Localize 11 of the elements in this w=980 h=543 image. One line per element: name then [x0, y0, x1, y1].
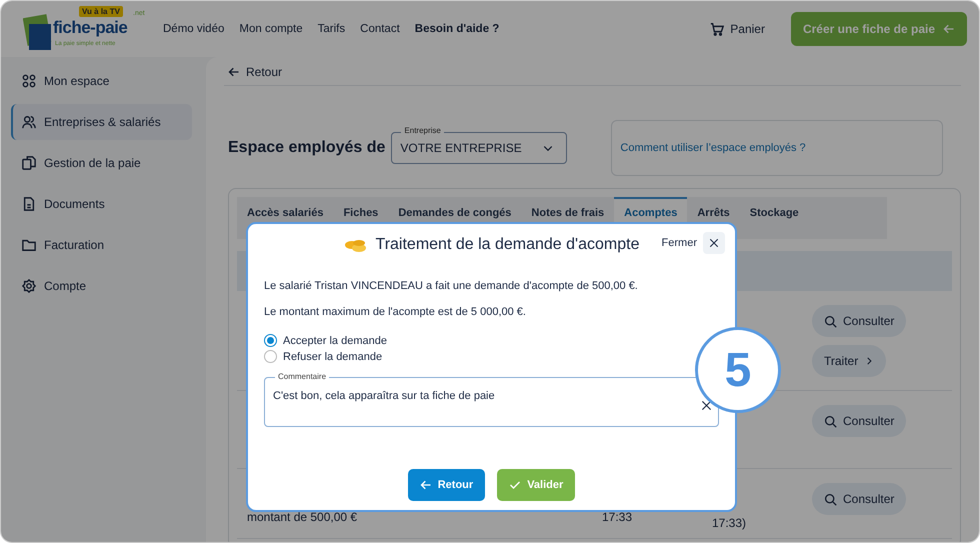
logo-name: fiche-paie [53, 18, 128, 38]
field-label: Commentaire [275, 372, 330, 381]
select-label: Entreprise [401, 126, 444, 136]
table-cell: 17:33 [602, 510, 632, 524]
table-cell: 17:33) [712, 516, 746, 530]
table-cell: montant de 500,00 € [247, 510, 358, 524]
dialog-text: Le salarié Tristan VINCENDEAU a fait une demande d'acompte de 500,00 €. [264, 280, 639, 292]
dialog-text: Le montant maximum de l'acompte est de 5 000,00 €. [264, 306, 527, 318]
dialog-title: Traitement de la demande d'acompte [376, 236, 640, 254]
logo-badge: Vu à la TV [79, 6, 123, 17]
page-title: Espace employés de [228, 139, 386, 157]
